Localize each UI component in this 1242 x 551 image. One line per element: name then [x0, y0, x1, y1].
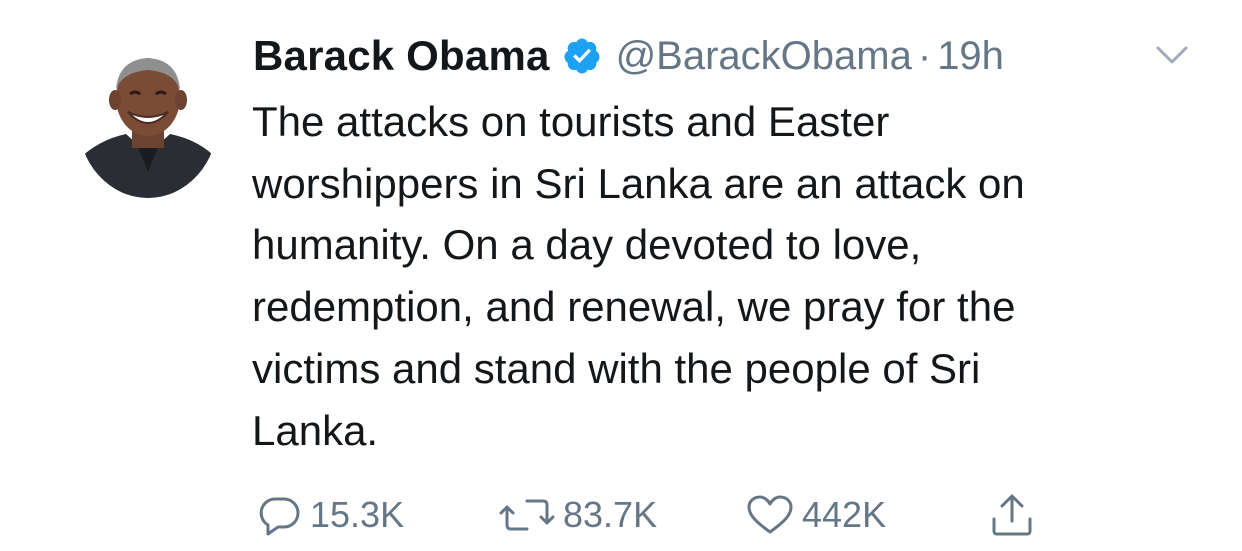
retweet-button[interactable]: 83.7K — [497, 490, 657, 540]
avatar-photo — [78, 42, 218, 198]
tweet-actions: 15.3K 83.7K 442K — [0, 490, 1242, 540]
heart-icon — [744, 491, 796, 539]
avatar[interactable] — [78, 42, 218, 198]
tweet-text: The attacks on tourists and Easter worsh… — [252, 98, 1025, 454]
tweet-card[interactable]: Barack Obama @BarackObama · 19h The atta… — [0, 0, 1242, 551]
reply-icon — [256, 491, 304, 539]
separator-dot: · — [917, 33, 932, 78]
reply-count: 15.3K — [310, 494, 405, 535]
tweet-header: Barack Obama @BarackObama · 19h — [253, 28, 1004, 84]
reply-button[interactable]: 15.3K — [256, 490, 404, 540]
author-handle[interactable]: @BarackObama — [616, 34, 912, 79]
share-icon — [988, 491, 1036, 539]
retweet-icon — [497, 491, 557, 539]
verified-badge-icon — [562, 36, 602, 76]
chevron-down-icon[interactable] — [1150, 38, 1194, 74]
retweet-count: 83.7K — [563, 494, 658, 535]
share-button[interactable] — [988, 490, 1036, 540]
like-button[interactable]: 442K — [744, 490, 886, 540]
author-name[interactable]: Barack Obama — [253, 32, 550, 80]
tweet-timestamp[interactable]: 19h — [937, 34, 1004, 79]
like-count: 442K — [802, 494, 887, 535]
